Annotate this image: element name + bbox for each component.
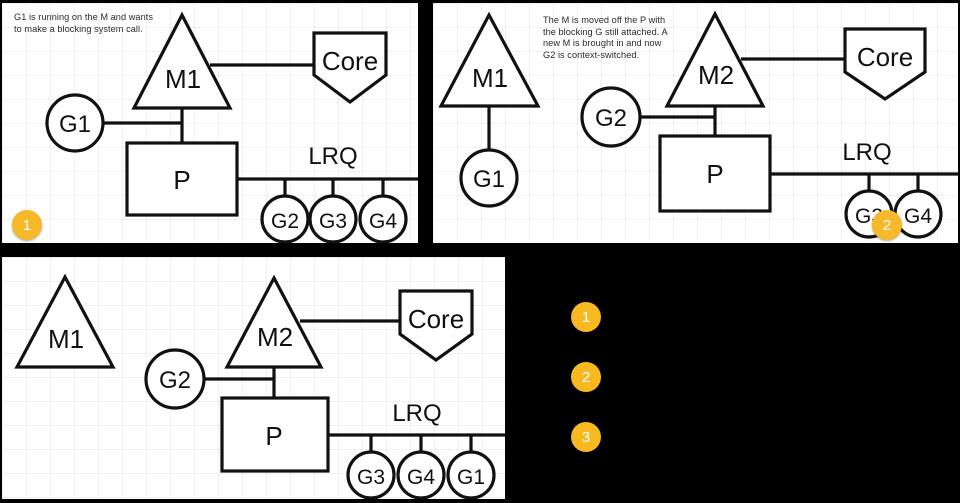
processor-p-label: P — [265, 421, 282, 451]
panel-1-step-badge[interactable]: 1 — [12, 210, 42, 240]
processor-p-label: P — [706, 159, 723, 189]
panel-2-artwork: M1 G1 M2 Core G2 P LRQ G3 G4 — [438, 10, 958, 239]
goroutine-g1-label: G1 — [59, 111, 91, 138]
queue-goroutine-label: G2 — [271, 210, 299, 233]
legend-step-badge-3[interactable]: 3 — [571, 422, 601, 452]
lrq-label: LRQ — [842, 139, 891, 166]
machine-m2-label: M2 — [698, 60, 734, 90]
diagram-panel-step-3[interactable]: M1 M2 Core G2 P LRQ G3 G4 G1 Once the bl… — [2, 257, 505, 499]
panel-3-artwork: M1 M2 Core G2 P LRQ G3 G4 G1 — [14, 273, 505, 499]
core-label: Core — [408, 304, 464, 334]
panel-1-artwork: M1 Core G1 P LRQ G2 G3 G4 — [45, 11, 418, 243]
core-label: Core — [857, 42, 913, 72]
queue-goroutine-label: G3 — [319, 210, 347, 233]
legend-step-badge-1[interactable]: 1 — [571, 302, 601, 332]
goroutine-g2-label: G2 — [159, 367, 191, 394]
panel-2-caption: The M is moved off the P with the blocki… — [543, 15, 668, 60]
legend-step-badge-2[interactable]: 2 — [571, 362, 601, 392]
slide-canvas: M1 Core G1 P LRQ G2 G3 G4 G1 is running … — [0, 0, 960, 503]
machine-m1-label: M1 — [165, 64, 201, 94]
machine-m1-label: M1 — [472, 63, 508, 93]
diagram-panel-step-2[interactable]: M1 G1 M2 Core G2 P LRQ G3 G4 The M is mo… — [433, 3, 958, 243]
diagram-panel-step-1[interactable]: M1 Core G1 P LRQ G2 G3 G4 G1 is running … — [2, 3, 418, 243]
goroutine-g1-label: G1 — [473, 166, 505, 193]
queue-goroutine-label: G4 — [904, 205, 932, 228]
lrq-label: LRQ — [392, 400, 441, 427]
queue-goroutine-label: G1 — [457, 466, 485, 489]
panel-2-step-badge[interactable]: 2 — [872, 210, 902, 240]
machine-m2-label: M2 — [257, 322, 293, 352]
machine-m1-label: M1 — [48, 324, 84, 354]
panel-1-caption: G1 is running on the M and wants to make… — [14, 12, 153, 34]
queue-goroutine-label: G4 — [369, 210, 397, 233]
goroutine-g2-label: G2 — [595, 105, 627, 132]
lrq-label: LRQ — [308, 143, 357, 170]
processor-p-label: P — [173, 165, 190, 195]
queue-goroutine-label: G4 — [407, 466, 435, 489]
queue-goroutine-label: G3 — [357, 466, 385, 489]
core-label: Core — [322, 46, 378, 76]
